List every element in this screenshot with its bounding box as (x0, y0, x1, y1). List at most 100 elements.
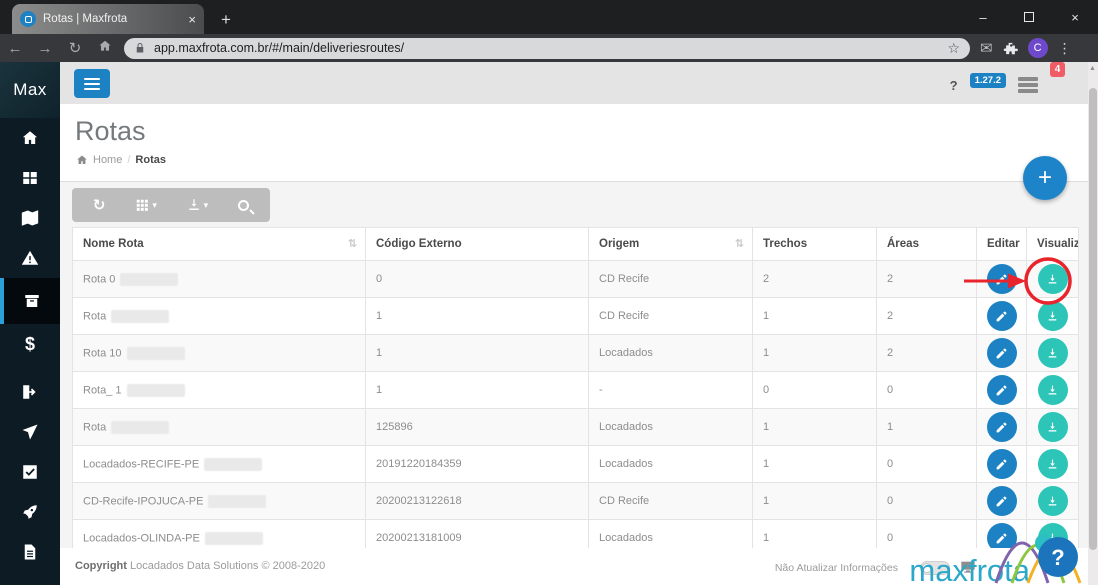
table-row: Locadados-RECIFE-PE 20191220184359 Locad… (72, 445, 1079, 483)
sidebar-item-tasks[interactable] (0, 452, 60, 492)
sidebar-item-map[interactable] (0, 198, 60, 238)
reload-button[interactable]: ↻ (60, 39, 90, 57)
cell-nome-rota: Rota (72, 408, 366, 446)
help-glyph[interactable]: ? (950, 78, 958, 93)
sidebar-item-financial[interactable]: $ (0, 324, 60, 364)
cell-visualizar (1026, 297, 1079, 335)
breadcrumb-home-link[interactable]: Home (93, 154, 122, 166)
grid-columns-icon (137, 199, 149, 211)
cell-trechos: 2 (752, 260, 877, 298)
sidebar-item-documents[interactable] (0, 532, 60, 572)
pencil-icon (996, 385, 1007, 395)
sidebar-item-deliveries[interactable] (0, 278, 60, 324)
columns-button[interactable]: ▾ (135, 188, 157, 222)
browser-navbar: ← → ↻ app.maxfrota.com.br/#/main/deliver… (0, 34, 1098, 62)
tab-title: Rotas | Maxfrota (43, 13, 128, 25)
refresh-button[interactable]: ↻ (93, 188, 106, 222)
cell-origem: Locadados (588, 334, 753, 372)
scrollbar-up-icon[interactable]: ▲ (1089, 65, 1096, 72)
table-header-row: Nome Rota ⇅ Código Externo Origem ⇅ Trecho… (72, 227, 1079, 261)
browser-menu-icon[interactable]: ⋮ (1058, 40, 1072, 57)
back-button[interactable]: ← (0, 40, 30, 57)
pencil-icon (996, 422, 1007, 432)
add-route-button[interactable]: + (1023, 156, 1067, 200)
col-origem[interactable]: Origem ⇅ (588, 227, 753, 261)
download-icon (1048, 311, 1057, 321)
address-bar[interactable]: app.maxfrota.com.br/#/main/deliveriesrou… (124, 37, 970, 59)
cell-editar (976, 334, 1027, 372)
cell-editar (976, 408, 1027, 446)
cell-areas: 0 (876, 482, 977, 520)
view-button[interactable] (1037, 486, 1068, 516)
browser-tab[interactable]: Rotas | Maxfrota × (12, 4, 204, 34)
search-button[interactable] (238, 188, 250, 222)
cell-codigo-externo: 1 (365, 334, 589, 372)
notifications-list-icon[interactable] (1018, 77, 1038, 93)
view-button[interactable] (1037, 412, 1068, 442)
breadcrumb: Home / Rotas (76, 154, 166, 166)
view-button[interactable] (1037, 375, 1068, 405)
cell-areas: 0 (876, 445, 977, 483)
view-button[interactable] (1037, 338, 1068, 368)
cell-editar (976, 445, 1027, 483)
view-button[interactable] (1037, 264, 1068, 294)
routes-table: Nome Rota ⇅ Código Externo Origem ⇅ Trecho… (72, 227, 1079, 557)
pencil-icon (996, 496, 1007, 506)
edit-button[interactable] (986, 412, 1017, 442)
forward-button[interactable]: → (30, 40, 60, 57)
sidebar-item-rocket[interactable] (0, 492, 60, 532)
export-button[interactable]: ▾ (187, 188, 208, 222)
table-toolbar: ↻ ▾ ▾ (72, 188, 270, 222)
home-icon (22, 131, 38, 144)
cell-nome-rota: Rota 0 (72, 260, 366, 298)
edit-button[interactable] (986, 301, 1017, 331)
profile-avatar[interactable]: C (1027, 38, 1048, 58)
cell-visualizar (1026, 260, 1079, 298)
pencil-icon (996, 311, 1007, 321)
cell-codigo-externo: 20191220184359 (365, 445, 589, 483)
table-row: Rota 10 1 Locadados 1 2 (72, 334, 1079, 372)
edit-button[interactable] (986, 264, 1017, 294)
mail-extension-icon[interactable]: ✉ (980, 39, 993, 57)
close-button[interactable]: × (1052, 0, 1098, 34)
edit-button[interactable] (986, 486, 1017, 516)
col-nome-rota[interactable]: Nome Rota ⇅ (72, 227, 366, 261)
browser-home-button[interactable] (90, 39, 120, 57)
minimize-button[interactable]: – (960, 0, 1006, 34)
bookmark-star-icon[interactable]: ☆ (947, 40, 960, 57)
sidebar-item-alerts[interactable] (0, 238, 60, 278)
cell-areas: 2 (876, 334, 977, 372)
sidebar-item-exit[interactable] (0, 372, 60, 412)
tab-close-icon[interactable]: × (188, 12, 196, 27)
version-badge: 1.27.2 (969, 73, 1006, 88)
cell-editar (976, 297, 1027, 335)
col-editar: Editar (976, 227, 1027, 261)
cell-areas: 0 (876, 371, 977, 409)
app-logo: Max (0, 62, 60, 118)
cell-origem: CD Recife (588, 482, 753, 520)
view-button[interactable] (1037, 301, 1068, 331)
sidebar-item-modules[interactable] (0, 158, 60, 198)
document-icon (24, 544, 36, 560)
cell-trechos: 1 (752, 445, 877, 483)
caret-down-icon: ▾ (152, 199, 157, 210)
pencil-icon (996, 274, 1007, 284)
pencil-icon (996, 348, 1007, 358)
view-button[interactable] (1037, 449, 1068, 479)
extensions-puzzle-icon[interactable] (1003, 41, 1018, 56)
new-tab-button[interactable]: + (214, 8, 238, 32)
edit-button[interactable] (986, 449, 1017, 479)
scrollbar-thumb[interactable] (1089, 88, 1097, 550)
page-scrollbar[interactable]: ▲ (1088, 62, 1098, 585)
cell-nome-rota: Rota 10 (72, 334, 366, 372)
sidebar-toggle-button[interactable] (74, 69, 110, 98)
tab-favicon-icon (20, 11, 36, 27)
sidebar-item-home[interactable] (0, 118, 60, 158)
maximize-button[interactable] (1006, 0, 1052, 34)
sidebar-item-send[interactable] (0, 412, 60, 452)
rocket-icon (23, 505, 37, 519)
edit-button[interactable] (986, 338, 1017, 368)
cell-trechos: 1 (752, 334, 877, 372)
map-icon (21, 210, 39, 226)
edit-button[interactable] (986, 375, 1017, 405)
